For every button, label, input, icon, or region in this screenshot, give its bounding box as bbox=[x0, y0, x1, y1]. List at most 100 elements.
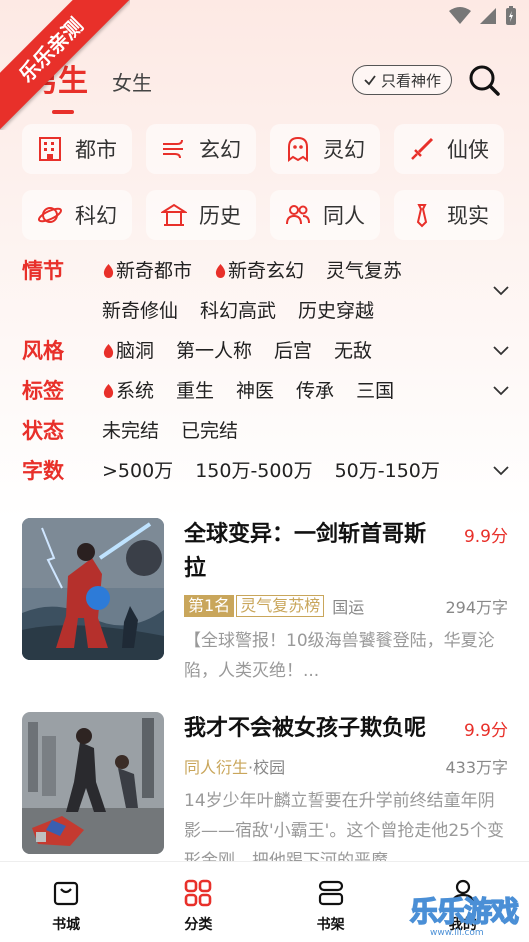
nav-label: 分类 bbox=[184, 917, 213, 933]
chevron-down-icon bbox=[493, 386, 509, 396]
category-tongren[interactable]: 同人 bbox=[270, 190, 380, 240]
battery-icon bbox=[506, 6, 516, 25]
category-lishi[interactable]: 历史 bbox=[146, 190, 256, 240]
filter-option[interactable]: 未完结 bbox=[102, 416, 159, 446]
book-meta: 第1名 灵气复苏榜 国运 294万字 bbox=[184, 594, 508, 618]
book-meta: 同人衍生 ·校园 433万字 bbox=[184, 754, 508, 778]
category-kehuan[interactable]: 科幻 bbox=[22, 190, 132, 240]
chevron-down-icon bbox=[493, 466, 509, 476]
book-item[interactable]: 全球变异：一剑斩首哥斯拉 9.9分 第1名 灵气复苏榜 国运 294万字 【全球… bbox=[22, 518, 508, 686]
filter-label: 字数 bbox=[22, 459, 64, 483]
book-score: 9.9分 bbox=[463, 721, 508, 741]
book-item[interactable]: 我才不会被女孩子欺负呢 9.9分 同人衍生 ·校园 433万字 14岁少年叶麟立… bbox=[22, 712, 508, 878]
book-score: 9.9分 bbox=[463, 527, 508, 547]
nav-label: 书架 bbox=[316, 917, 345, 933]
filter-option[interactable]: 后宫 bbox=[274, 336, 312, 366]
flame-icon bbox=[103, 264, 114, 278]
watermark-logo: 乐乐游戏 bbox=[409, 894, 520, 929]
book-tag: 国运 bbox=[332, 598, 365, 617]
category-xianshi[interactable]: 现实 bbox=[394, 190, 504, 240]
expand-style-button[interactable] bbox=[490, 336, 512, 366]
category-linghuan[interactable]: 灵幻 bbox=[270, 124, 380, 174]
only-god-label: 只看神作 bbox=[381, 71, 442, 90]
tie-icon bbox=[416, 204, 428, 228]
filter-row-status: 状态 未完结 已完结 bbox=[22, 416, 512, 446]
flame-icon bbox=[215, 264, 226, 278]
book-cover[interactable] bbox=[22, 518, 164, 660]
filter-option[interactable]: >500万 bbox=[102, 456, 173, 486]
category-dushi[interactable]: 都市 bbox=[22, 124, 132, 174]
filter-option[interactable]: 科幻高武 bbox=[200, 296, 276, 326]
filter-option[interactable]: 灵气复苏 bbox=[326, 256, 402, 286]
book-description: 【全球警报！10级海兽饕餮登陆，华夏沦陷，人类灭绝！... bbox=[184, 631, 495, 681]
planet-icon bbox=[37, 207, 63, 223]
chevron-down-icon bbox=[493, 346, 509, 356]
category-xianxia[interactable]: 仙侠 bbox=[394, 124, 504, 174]
nav-label: 书城 bbox=[52, 917, 81, 933]
filter-option[interactable]: 传承 bbox=[296, 376, 334, 406]
filter-row-style: 风格 脑洞 第一人称 后宫 无敌 bbox=[22, 336, 512, 366]
nav-bookshelf[interactable]: 书架 bbox=[265, 862, 397, 942]
wind-icon bbox=[163, 139, 183, 159]
category-label: 科幻 bbox=[75, 204, 117, 228]
filter-option[interactable]: 50万-150万 bbox=[335, 456, 440, 486]
ghost-icon bbox=[288, 136, 308, 162]
filter-panel: 情节 新奇都市 新奇玄幻 灵气复苏 新奇修仙 科幻高武 历史穿越 风格 脑洞 第… bbox=[22, 256, 512, 496]
temple-icon bbox=[161, 203, 187, 226]
filter-option[interactable]: 重生 bbox=[176, 376, 214, 406]
category-label: 同人 bbox=[323, 204, 365, 228]
filter-option[interactable]: 新奇玄幻 bbox=[214, 256, 304, 286]
filter-option-label: 新奇都市 bbox=[116, 260, 193, 282]
category-grid: 都市 玄幻 灵幻 仙侠 科幻 历史 同人 现实 bbox=[22, 124, 508, 240]
corner-ribbon: 乐乐亲测 bbox=[0, 0, 130, 130]
filter-option[interactable]: 150万-500万 bbox=[195, 456, 312, 486]
rank-badge: 第1名 bbox=[184, 595, 235, 617]
signal-icon bbox=[480, 8, 496, 24]
nav-category[interactable]: 分类 bbox=[132, 862, 264, 942]
filter-option[interactable]: 三国 bbox=[356, 376, 394, 406]
only-god-toggle[interactable]: 只看神作 bbox=[352, 65, 453, 95]
filter-option[interactable]: 第一人称 bbox=[176, 336, 252, 366]
category-label: 仙侠 bbox=[447, 138, 489, 162]
filter-option[interactable]: 历史穿越 bbox=[298, 296, 374, 326]
word-count: 433万字 bbox=[445, 758, 508, 777]
nav-bookstore[interactable]: 书城 bbox=[0, 862, 132, 942]
building-icon bbox=[39, 137, 61, 161]
book-title[interactable]: 全球变异：一剑斩首哥斯拉 bbox=[184, 518, 446, 586]
filter-row-plot: 情节 新奇都市 新奇玄幻 灵气复苏 新奇修仙 科幻高武 历史穿越 bbox=[22, 256, 512, 326]
expand-plot-button[interactable] bbox=[490, 276, 512, 306]
filter-option-label: 系统 bbox=[116, 380, 155, 402]
word-count: 294万字 bbox=[445, 598, 508, 617]
watermark-url: www.lll.com bbox=[430, 928, 484, 938]
filter-option[interactable]: 新奇都市 bbox=[102, 256, 192, 286]
search-icon bbox=[469, 65, 500, 96]
category-label: 现实 bbox=[447, 204, 489, 228]
category-xuanhuan[interactable]: 玄幻 bbox=[146, 124, 256, 174]
sword-icon bbox=[411, 137, 434, 160]
grid-icon bbox=[185, 879, 212, 907]
search-button[interactable] bbox=[466, 62, 502, 98]
expand-words-button[interactable] bbox=[490, 456, 512, 486]
filter-option[interactable]: 系统 bbox=[102, 376, 154, 406]
filter-label: 标签 bbox=[22, 379, 64, 403]
book-category-tag: 同人衍生 bbox=[184, 758, 249, 777]
book-cover[interactable] bbox=[22, 712, 164, 854]
chevron-down-icon bbox=[493, 286, 509, 296]
filter-option-label: 脑洞 bbox=[116, 340, 155, 362]
filter-option[interactable]: 新奇修仙 bbox=[102, 296, 178, 326]
book-title[interactable]: 我才不会被女孩子欺负呢 bbox=[184, 712, 454, 746]
category-label: 玄幻 bbox=[199, 138, 241, 162]
filter-row-words: 字数 >500万 150万-500万 50万-150万 bbox=[22, 456, 512, 486]
filter-option[interactable]: 神医 bbox=[236, 376, 274, 406]
filter-label: 风格 bbox=[22, 339, 64, 363]
shelf-icon bbox=[318, 880, 343, 906]
rank-list-badge: 灵气复苏榜 bbox=[236, 595, 325, 617]
check-icon bbox=[364, 75, 376, 86]
filter-option[interactable]: 已完结 bbox=[181, 416, 238, 446]
filter-option[interactable]: 无敌 bbox=[334, 336, 372, 366]
expand-tag-button[interactable] bbox=[490, 376, 512, 406]
flame-icon bbox=[103, 344, 114, 358]
bag-icon bbox=[54, 881, 79, 906]
filter-option[interactable]: 脑洞 bbox=[102, 336, 154, 366]
people-icon bbox=[286, 205, 310, 225]
